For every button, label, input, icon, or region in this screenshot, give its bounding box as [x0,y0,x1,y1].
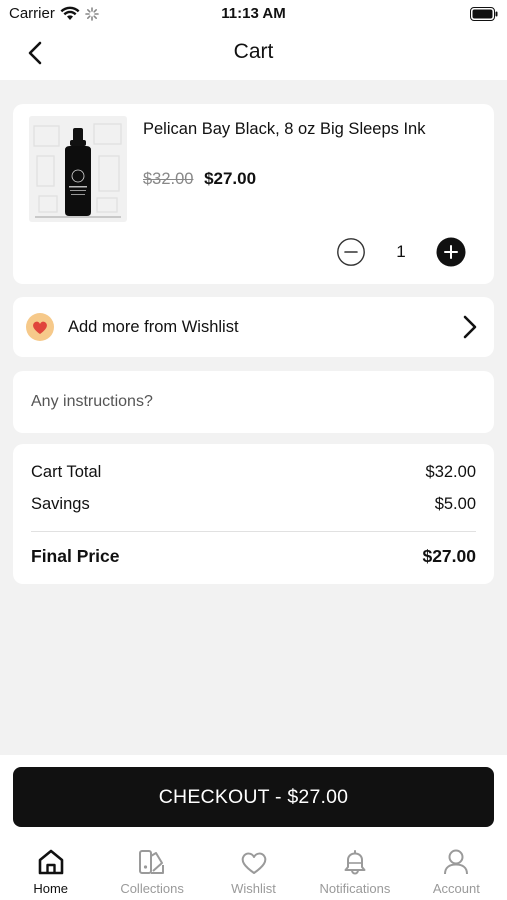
checkout-area: CHECKOUT - $27.00 [0,755,507,840]
original-price: $32.00 [143,170,194,188]
product-image[interactable] [29,116,127,222]
bell-icon [344,850,366,875]
checkout-button[interactable]: CHECKOUT - $27.00 [13,767,494,827]
quantity-value: 1 [396,242,406,261]
battery-icon [470,7,498,21]
tab-bar: Home Collections Wishlist Notifications … [0,840,507,900]
tab-notifications-label: Notifications [319,881,391,896]
tab-wishlist[interactable]: Wishlist [203,840,304,900]
plus-circle-icon [436,237,466,267]
wishlist-label: Add more from Wishlist [68,318,239,336]
tab-account[interactable]: Account [406,840,507,900]
tab-collections-label: Collections [120,881,184,896]
quantity-stepper: 1 [336,237,466,267]
page-title: Cart [233,40,274,63]
heart-badge-icon [26,313,54,341]
collections-icon [139,850,165,874]
tab-home[interactable]: Home [0,840,101,900]
user-icon [444,849,469,875]
home-icon [38,849,64,875]
savings-value: $5.00 [434,495,476,513]
ink-bottle-image [29,116,127,222]
status-bar: Carrier 11:13 AM [0,0,507,28]
heart-icon [241,852,266,874]
final-price-value: $27.00 [422,546,476,566]
nav-bar: Cart [0,28,507,80]
cart-total-row: Cart Total $32.00 [31,463,476,482]
sale-price: $27.00 [204,169,257,188]
final-price-label: Final Price [31,546,120,566]
tab-account-label: Account [432,881,480,896]
price-row: $32.00 $27.00 [143,169,256,189]
tab-wishlist-label: Wishlist [231,881,276,896]
product-name[interactable]: Pelican Bay Black, 8 oz Big Sleeps Ink [143,118,443,140]
cart-total-value: $32.00 [425,463,476,481]
instructions-card [13,371,494,433]
price-summary-card: Cart Total $32.00 Savings $5.00 Final Pr… [13,444,494,584]
cart-item-card: Pelican Bay Black, 8 oz Big Sleeps Ink $… [13,104,494,284]
cart-total-label: Cart Total [31,463,102,481]
instructions-input[interactable] [31,389,471,415]
minus-circle-icon [337,238,365,266]
add-from-wishlist-row[interactable]: Add more from Wishlist [13,297,494,357]
tab-notifications[interactable]: Notifications [304,840,405,900]
savings-label: Savings [31,495,90,513]
chevron-right-icon [463,315,477,339]
tab-collections[interactable]: Collections [101,840,202,900]
decrease-quantity-button[interactable] [336,237,366,267]
final-price-row: Final Price $27.00 [31,546,476,567]
increase-quantity-button[interactable] [436,237,466,267]
tab-home-label: Home [33,881,69,896]
status-time: 11:13 AM [221,5,286,22]
summary-divider [31,531,476,532]
savings-row: Savings $5.00 [31,495,476,514]
